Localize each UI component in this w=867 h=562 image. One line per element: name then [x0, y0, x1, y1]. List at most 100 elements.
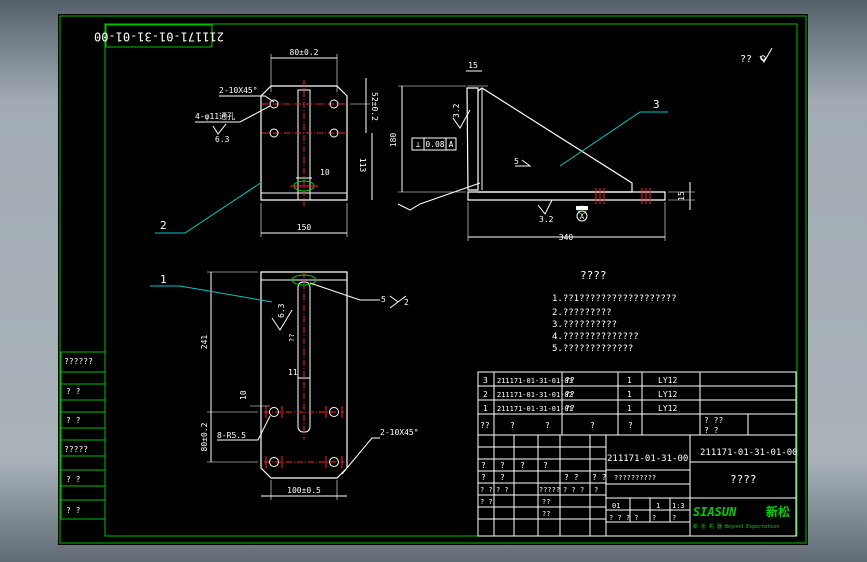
svg-text:?: ? [545, 421, 550, 430]
svg-text:新 松 机 器 Beyond Expectation: 新 松 机 器 Beyond Expectation [693, 523, 779, 530]
svg-text:10: 10 [320, 168, 330, 177]
svg-text:2: 2 [160, 219, 167, 232]
svg-text:211171-01-31-00: 211171-01-31-00 [607, 454, 688, 464]
svg-text:? ? ? ?: ? ? ? ? [609, 514, 639, 522]
svg-text:??: ?? [565, 390, 575, 399]
svg-text:5: 5 [381, 295, 386, 304]
svg-text:? ?: ? ? [564, 473, 579, 482]
svg-text:??????????: ?????????? [614, 474, 656, 482]
svg-text:5.?????????????: 5.????????????? [552, 344, 633, 354]
svg-text:3.2: 3.2 [539, 215, 554, 224]
svg-text:? ?: ? ? [480, 486, 493, 494]
svg-text:1: 1 [627, 390, 632, 399]
svg-text:SIASUN: SIASUN [693, 505, 737, 519]
svg-text:211171-01-31-01-01: 211171-01-31-01-01 [497, 405, 573, 413]
svg-text:????: ???? [580, 269, 607, 282]
svg-text:2-10X45°: 2-10X45° [380, 428, 419, 437]
svg-text:5: 5 [514, 157, 519, 166]
svg-text:A: A [449, 140, 454, 149]
svg-text:?: ? [543, 461, 548, 470]
svg-text:? ?: ? ? [66, 387, 81, 396]
svg-text:?: ? [628, 421, 633, 430]
svg-text:8-R5.5: 8-R5.5 [217, 431, 246, 440]
svg-text:80±0.2: 80±0.2 [290, 48, 319, 57]
svg-text:1: 1 [627, 404, 632, 413]
svg-text:10: 10 [239, 390, 248, 400]
svg-text:??: ?? [542, 510, 550, 518]
svg-text:?????: ????? [64, 445, 88, 454]
svg-text:113: 113 [358, 158, 367, 173]
svg-text:2: 2 [483, 390, 488, 399]
svg-text:⊥: ⊥ [416, 140, 421, 149]
svg-text:?: ? [594, 486, 598, 494]
svg-text:100±0.5: 100±0.5 [287, 486, 321, 495]
svg-text:LY12: LY12 [658, 390, 677, 399]
svg-text:??: ?? [740, 54, 752, 65]
svg-text:4.??????????????: 4.?????????????? [552, 332, 639, 342]
svg-text:?: ? [510, 421, 515, 430]
svg-text:52±0.2: 52±0.2 [370, 92, 379, 121]
svg-text:?: ? [481, 461, 486, 470]
svg-text:? ?: ? ? [66, 506, 81, 515]
svg-text:? ?: ? ? [704, 426, 719, 435]
svg-text:?: ? [481, 473, 486, 482]
svg-text:211171-01-31-01-03: 211171-01-31-01-03 [497, 377, 573, 385]
svg-text:??: ?? [565, 376, 575, 385]
svg-text:3.??????????: 3.?????????? [552, 320, 617, 330]
svg-text:??: ?? [542, 498, 550, 506]
svg-text:?: ? [500, 461, 505, 470]
svg-text:?: ? [652, 514, 656, 522]
svg-text:? ?: ? ? [563, 486, 576, 494]
svg-text:11: 11 [288, 368, 298, 377]
svg-text:3.2: 3.2 [452, 103, 461, 118]
svg-text:??: ?? [565, 404, 575, 413]
svg-text:211171-01-31-01-02: 211171-01-31-01-02 [497, 391, 573, 399]
svg-text:340: 340 [559, 233, 574, 242]
svg-text:??: ?? [480, 421, 490, 430]
svg-text:??????: ?????? [64, 357, 93, 366]
svg-text:150: 150 [297, 223, 312, 232]
svg-text:?: ? [500, 473, 505, 482]
svg-text:1: 1 [160, 273, 167, 286]
svg-text:1: 1 [656, 502, 660, 510]
svg-text:??: ?? [288, 334, 296, 342]
svg-text:?: ? [580, 486, 584, 494]
svg-text:?: ? [590, 421, 595, 430]
svg-text:? ?: ? ? [480, 498, 493, 506]
svg-text:01: 01 [612, 502, 620, 510]
svg-text:1.??1??????????????????: 1.??1?????????????????? [552, 294, 677, 304]
svg-text:? ??: ? ?? [704, 416, 723, 425]
svg-text:15: 15 [677, 191, 686, 201]
svg-text:6.3: 6.3 [277, 303, 286, 318]
svg-text:?????: ????? [539, 486, 560, 494]
drawing-sheet [58, 14, 808, 545]
svg-text:211171-01-31-01-00: 211171-01-31-01-00 [700, 448, 798, 458]
svg-text:LY12: LY12 [658, 376, 677, 385]
svg-text:? ?: ? ? [66, 475, 81, 484]
svg-text:1:3: 1:3 [672, 502, 685, 510]
svg-text:180: 180 [389, 133, 398, 148]
svg-text:1: 1 [483, 404, 488, 413]
svg-text:4-φ11通孔: 4-φ11通孔 [195, 111, 235, 121]
svg-text:80±0.2: 80±0.2 [200, 422, 209, 451]
svg-text:? ?: ? ? [496, 486, 509, 494]
svg-text:????: ???? [730, 473, 757, 486]
svg-text:2-10X45°: 2-10X45° [219, 86, 258, 95]
svg-text:15: 15 [468, 61, 478, 70]
svg-text:211171-01-31-01-00: 211171-01-31-01-00 [94, 30, 224, 44]
svg-text:6.3: 6.3 [215, 135, 230, 144]
svg-text:新松: 新松 [766, 504, 790, 519]
svg-text:3: 3 [653, 98, 660, 111]
svg-text:?: ? [520, 461, 525, 470]
svg-text:? ?: ? ? [66, 416, 81, 425]
svg-text:3: 3 [483, 376, 488, 385]
svg-text:LY12: LY12 [658, 404, 677, 413]
svg-text:1: 1 [627, 376, 632, 385]
svg-text:241: 241 [200, 335, 209, 350]
svg-text:? ?: ? ? [592, 473, 607, 482]
svg-text:2.?????????: 2.????????? [552, 308, 612, 318]
svg-text:?: ? [672, 514, 676, 522]
svg-text:2: 2 [404, 298, 409, 307]
cad-drawing: 211171-01-31-01-00 ?? 80±0.2 52±0.2 113 [58, 14, 808, 545]
svg-text:0.08: 0.08 [425, 140, 444, 149]
